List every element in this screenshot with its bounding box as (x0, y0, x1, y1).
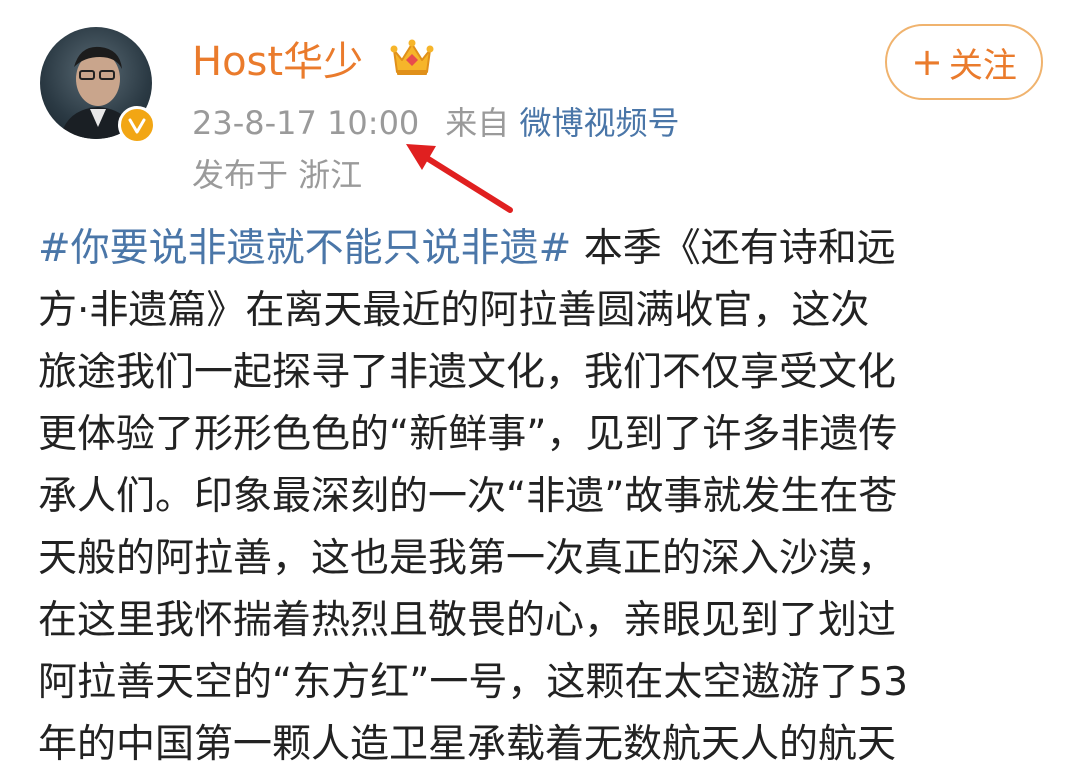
plus-icon: + (911, 40, 943, 84)
content-line: 在这里我怀揣着热烈且敬畏的心，亲眼见到了划过 (38, 598, 897, 643)
source-link[interactable]: 微博视频号 (519, 104, 679, 142)
red-arrow-annotation (406, 144, 513, 213)
content-line: #你要说非遗就不能只说非遗# 本季《还有诗和远 (38, 218, 1048, 280)
content-line: 天般的阿拉善，这也是我第一次真正的深入沙漠， (38, 536, 897, 581)
follow-button[interactable]: + 关注 (885, 24, 1043, 100)
post-location: 发布于 浙江 (192, 156, 363, 194)
content-text: 本季《还有诗和远 (571, 226, 896, 271)
content-line: 承人们。印象最深刻的一次“非遗”故事就发生在苍 (38, 474, 898, 519)
source-prefix: 来自 (445, 104, 510, 142)
content-line: 阿拉善天空的“东方红”一号，这颗在太空遨游了53 (38, 660, 909, 705)
post-time: 23-8-17 10:00 (192, 104, 420, 142)
content-line: 方·非遗篇》在离天最近的阿拉善圆满收官，这次 (38, 288, 870, 333)
follow-label: 关注 (948, 45, 1017, 86)
hashtag-link[interactable]: #你要说非遗就不能只说非遗# (38, 226, 571, 271)
crown-icon[interactable] (390, 36, 434, 78)
post-content: #你要说非遗就不能只说非遗# 本季《还有诗和远 方·非遗篇》在离天最近的阿拉善圆… (38, 218, 1048, 776)
content-line: 更体验了形形色色的“新鲜事”，见到了许多非遗传 (38, 412, 898, 457)
username[interactable]: Host华少 (192, 36, 363, 88)
verified-badge-icon (118, 106, 156, 144)
content-line: 年的中国第一颗人造卫星承载着无数航天人的航天 (38, 722, 897, 767)
content-line: 旅途我们一起探寻了非遗文化，我们不仅享受文化 (38, 350, 897, 395)
